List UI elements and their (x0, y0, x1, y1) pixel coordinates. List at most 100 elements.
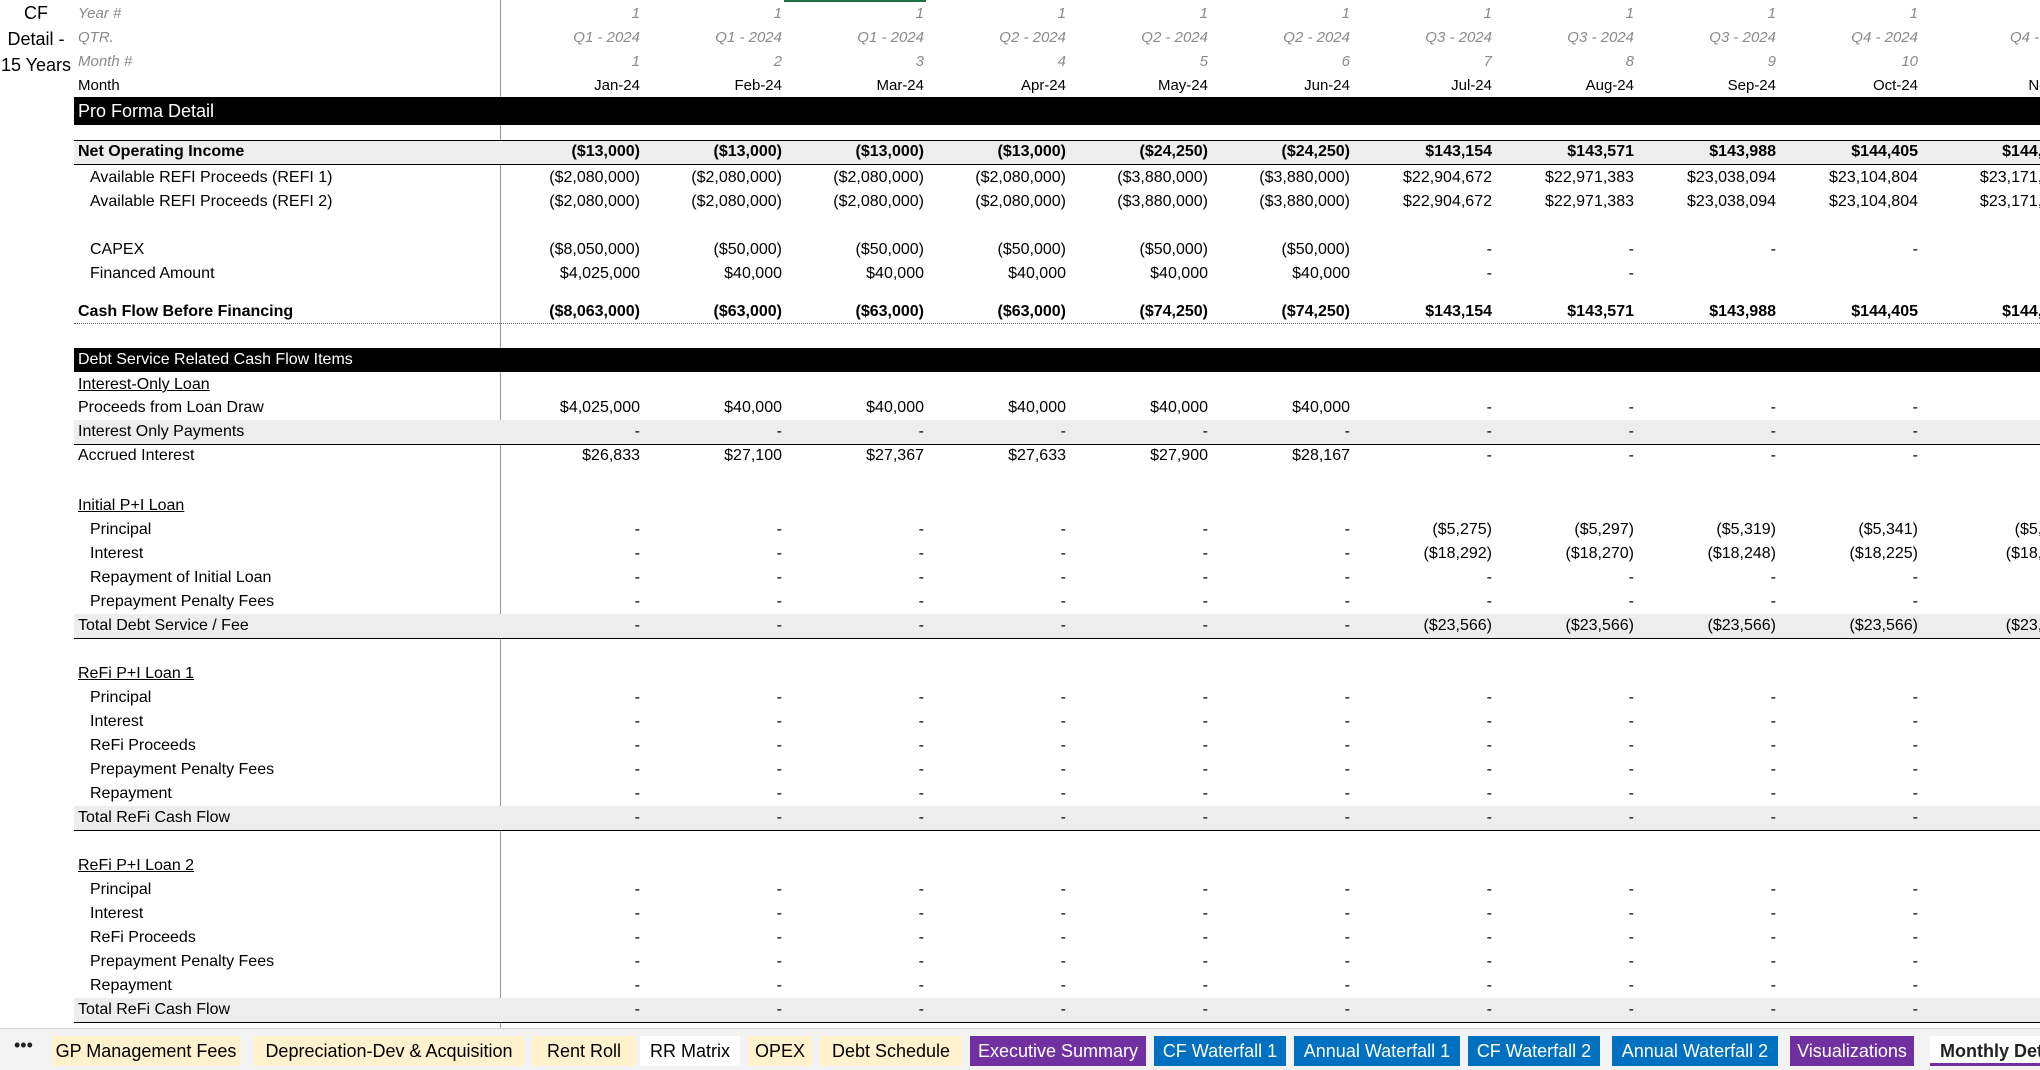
value-cell[interactable] (1930, 566, 2040, 590)
value-cell[interactable]: - (936, 518, 1066, 542)
value-cell[interactable]: - (1220, 710, 1350, 734)
value-cell[interactable]: ($2,080,000) (794, 166, 924, 190)
value-cell[interactable]: $40,000 (936, 396, 1066, 420)
value-cell[interactable] (1930, 396, 2040, 420)
value-cell[interactable]: - (1078, 758, 1208, 782)
value-cell[interactable]: - (1078, 998, 1208, 1022)
value-cell[interactable]: - (1220, 782, 1350, 806)
value-cell[interactable]: - (1078, 590, 1208, 614)
value-cell[interactable]: - (1220, 734, 1350, 758)
value-cell[interactable]: - (794, 590, 924, 614)
value-cell[interactable]: - (794, 950, 924, 974)
value-cell[interactable]: ($50,000) (652, 238, 783, 262)
value-cell[interactable]: - (1504, 396, 1634, 420)
value-cell[interactable]: - (510, 926, 640, 950)
value-cell[interactable]: - (794, 686, 924, 710)
value-cell[interactable]: - (1504, 878, 1634, 902)
value-cell[interactable]: - (1788, 782, 1918, 806)
value-cell[interactable]: $144,405 (1788, 140, 1918, 164)
row-label-r2-repay[interactable]: Repayment (90, 974, 172, 998)
value-cell[interactable]: $143,988 (1646, 300, 1776, 324)
value-cell[interactable]: - (1362, 806, 1492, 830)
value-cell[interactable]: ($13,000) (936, 140, 1067, 164)
value-cell[interactable]: - (1788, 902, 1918, 926)
value-cell[interactable]: - (1646, 998, 1776, 1022)
value-cell[interactable]: ($23,566) (1646, 614, 1777, 638)
value-cell[interactable] (1930, 758, 2040, 782)
value-cell[interactable]: - (510, 902, 640, 926)
value-cell[interactable]: - (1362, 590, 1492, 614)
header-cell[interactable]: Oct-24 (1788, 74, 1918, 98)
value-cell[interactable]: $23,104,804 (1788, 166, 1918, 190)
header-cell[interactable]: 1 (1504, 2, 1634, 26)
value-cell[interactable]: - (794, 902, 924, 926)
row-label-r2-total[interactable]: Total ReFi Cash Flow (78, 998, 230, 1022)
value-cell[interactable]: ($18,248) (1646, 542, 1777, 566)
value-cell[interactable]: - (1362, 566, 1492, 590)
value-cell[interactable]: ($50,000) (794, 238, 925, 262)
value-cell[interactable]: ($63,000) (936, 300, 1067, 324)
header-cell[interactable]: 1 (510, 2, 640, 26)
value-cell[interactable]: - (936, 974, 1066, 998)
sheet-tab-executive-summary[interactable]: Executive Summary (970, 1036, 1146, 1066)
value-cell[interactable] (1930, 950, 2040, 974)
value-cell[interactable] (1930, 262, 2040, 286)
value-cell[interactable]: - (1646, 878, 1776, 902)
row-label-pi-title[interactable]: Initial P+I Loan (78, 494, 184, 518)
value-cell[interactable]: - (794, 758, 924, 782)
header-cell[interactable]: 6 (1220, 50, 1350, 74)
value-cell[interactable] (1930, 782, 2040, 806)
value-cell[interactable]: - (1504, 710, 1634, 734)
value-cell[interactable]: - (1078, 420, 1208, 444)
value-cell[interactable]: - (1078, 878, 1208, 902)
value-cell[interactable]: - (1078, 926, 1208, 950)
header-cell[interactable]: Q4 - 2024 (1788, 26, 1918, 50)
value-cell[interactable]: - (1646, 396, 1776, 420)
value-cell[interactable]: - (1646, 566, 1776, 590)
value-cell[interactable]: - (1504, 262, 1634, 286)
value-cell[interactable] (1646, 262, 1776, 286)
value-cell[interactable]: $4,025,000 (510, 396, 640, 420)
value-cell[interactable]: ($8,050,000) (510, 238, 640, 262)
header-cell[interactable]: Q2 - 2024 (936, 26, 1066, 50)
row-label-io-accr[interactable]: Accrued Interest (78, 444, 195, 468)
value-cell[interactable]: - (1504, 734, 1634, 758)
value-cell[interactable]: ($2,080,000) (936, 166, 1066, 190)
value-cell[interactable]: - (1646, 590, 1776, 614)
value-cell[interactable]: $23,171,51 (1930, 166, 2040, 190)
header-cell[interactable] (1930, 50, 2040, 74)
sheet-tab-rent-roll[interactable]: Rent Roll (532, 1036, 636, 1066)
value-cell[interactable]: - (1362, 974, 1492, 998)
value-cell[interactable]: $40,000 (1220, 396, 1350, 420)
value-cell[interactable]: ($2,080,000) (510, 190, 640, 214)
value-cell[interactable]: - (510, 950, 640, 974)
value-cell[interactable]: - (1362, 998, 1492, 1022)
header-cell[interactable]: Jul-24 (1362, 74, 1492, 98)
value-cell[interactable]: - (1078, 710, 1208, 734)
value-cell[interactable]: ($5,319) (1646, 518, 1776, 542)
value-cell[interactable]: - (652, 998, 782, 1022)
value-cell[interactable]: ($5,36 (1930, 518, 2040, 542)
value-cell[interactable]: $143,154 (1362, 300, 1492, 324)
value-cell[interactable]: - (1362, 238, 1492, 262)
value-cell[interactable]: - (1788, 998, 1918, 1022)
value-cell[interactable]: ($23,566) (1362, 614, 1493, 638)
value-cell[interactable]: - (936, 542, 1066, 566)
value-cell[interactable]: - (652, 614, 782, 638)
row-label-r1-ppf[interactable]: Prepayment Penalty Fees (90, 758, 274, 782)
row-label-r1-int[interactable]: Interest (90, 710, 143, 734)
value-cell[interactable]: - (794, 974, 924, 998)
value-cell[interactable]: - (652, 566, 782, 590)
header-cell[interactable]: 4 (936, 50, 1066, 74)
value-cell[interactable]: ($8,063,000) (510, 300, 640, 324)
value-cell[interactable]: ($2,080,000) (936, 190, 1066, 214)
value-cell[interactable]: - (1220, 878, 1350, 902)
value-cell[interactable]: $143,154 (1362, 140, 1492, 164)
value-cell[interactable]: - (794, 710, 924, 734)
sheet-tab-cf-waterfall-2[interactable]: CF Waterfall 2 (1468, 1036, 1600, 1066)
value-cell[interactable]: $28,167 (1220, 444, 1350, 468)
value-cell[interactable] (1930, 590, 2040, 614)
value-cell[interactable]: - (1504, 758, 1634, 782)
value-cell[interactable]: $40,000 (1220, 262, 1350, 286)
value-cell[interactable]: ($5,341) (1788, 518, 1918, 542)
